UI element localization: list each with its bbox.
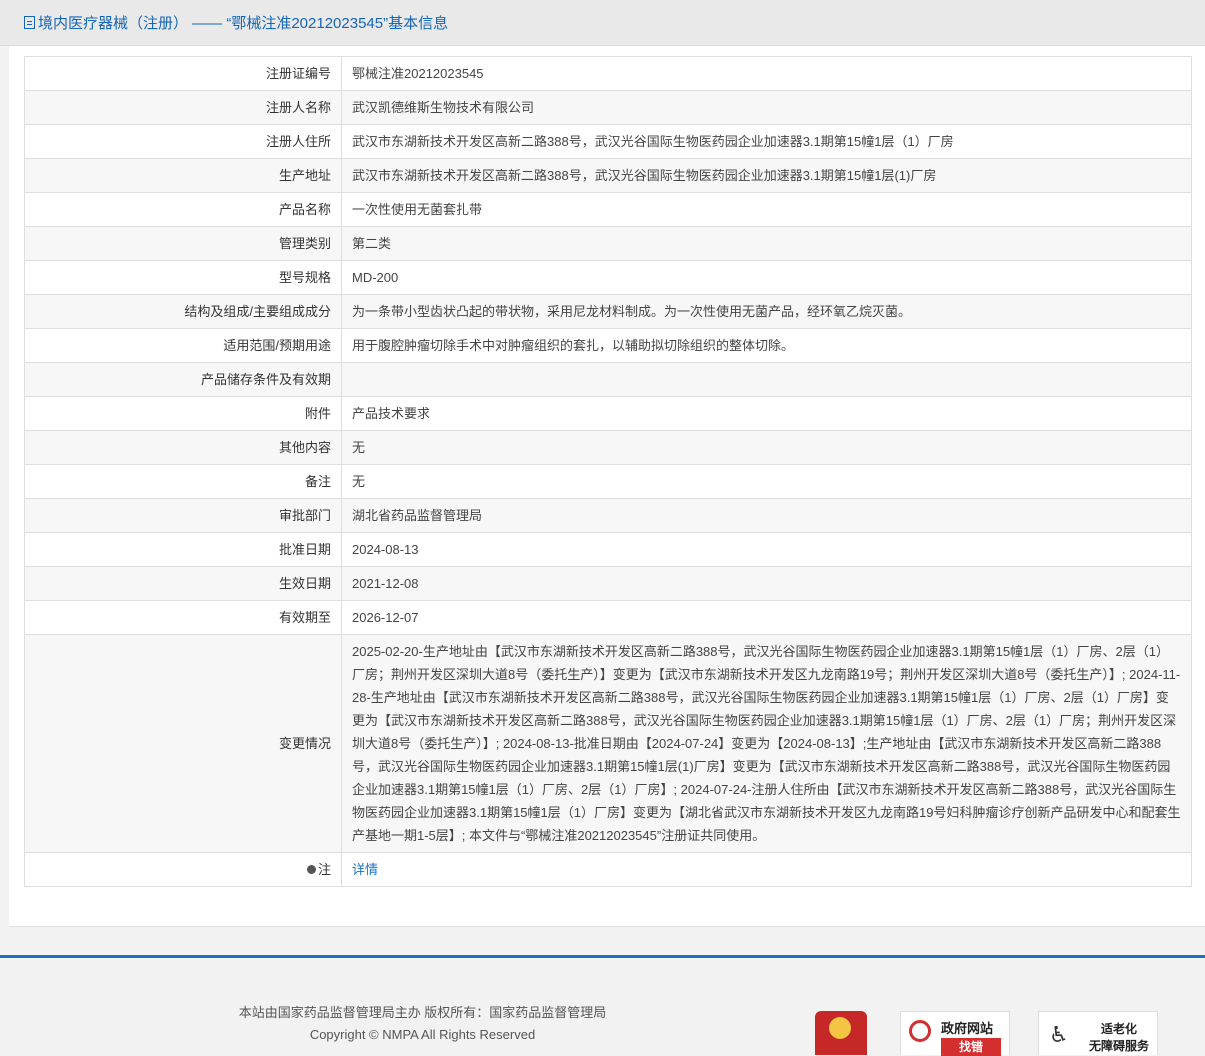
table-row: 注册人住所 武汉市东湖新技术开发区高新二路388号，武汉光谷国际生物医药园企业加速… xyxy=(24,124,1192,159)
row-label: 变更情况 xyxy=(24,634,342,853)
row-label: 附件 xyxy=(24,396,342,431)
row-value: 湖北省药品监督管理局 xyxy=(341,498,1192,533)
row-label: 管理类别 xyxy=(24,226,342,261)
footer: 本站由国家药品监督管理局主办 版权所有：国家药品监督管理局 Copyright … xyxy=(0,955,1205,1056)
gov-badge-title: 政府网站 xyxy=(941,1021,994,1036)
party-badge[interactable] xyxy=(815,1011,867,1055)
row-value: 武汉凯德维斯生物技术有限公司 xyxy=(341,90,1192,125)
row-label: 其他内容 xyxy=(24,430,342,465)
row-label: 结构及组成/主要组成成分 xyxy=(24,294,342,329)
info-table: 注册证编号 鄂械注准20212023545 注册人名称 武汉凯德维斯生物技术有限公司… xyxy=(24,56,1192,887)
table-row: 结构及组成/主要组成成分 为一条带小型齿状凸起的带状物，采用尼龙材料制成。为一次性… xyxy=(24,294,1192,329)
acc-badge-subtitle: 无障碍服务 xyxy=(1088,1039,1149,1053)
details-link[interactable]: 详情 xyxy=(352,862,378,877)
row-value: 2024-08-13 xyxy=(341,532,1192,567)
acc-badge-title: 适老化 xyxy=(1100,1022,1137,1036)
row-value: 武汉市东湖新技术开发区高新二路388号，武汉光谷国际生物医药园企业加速器3.1期… xyxy=(341,158,1192,193)
table-row-changes: 变更情况 2025-02-20-生产地址由【武汉市东湖新技术开发区高新二路388号… xyxy=(24,634,1192,853)
gov-badge-subtitle: 找错 xyxy=(941,1038,1001,1056)
table-row: 附件 产品技术要求 xyxy=(24,396,1192,431)
row-label: 适用范围/预期用途 xyxy=(24,328,342,363)
table-row: 型号规格 MD-200 xyxy=(24,260,1192,295)
table-row: 生产地址 武汉市东湖新技术开发区高新二路388号，武汉光谷国际生物医药园企业加速器… xyxy=(24,158,1192,193)
row-label: 备注 xyxy=(24,464,342,499)
footer-sponsor-text: 本站由国家药品监督管理局主办 版权所有：国家药品监督管理局 xyxy=(238,1005,607,1020)
accessibility-badge[interactable]: ♿ 适老化 无障碍服务 xyxy=(1038,1011,1158,1055)
row-value: 第二类 xyxy=(341,226,1192,261)
gov-error-badge[interactable]: 政府网站 找错 xyxy=(900,1011,1010,1056)
row-value: 2021-12-08 xyxy=(341,566,1192,601)
row-value: 鄂械注准20212023545 xyxy=(341,56,1192,91)
row-value: 无 xyxy=(341,430,1192,465)
row-label: 注册人住所 xyxy=(24,124,342,159)
party-emblem-icon xyxy=(829,1017,851,1039)
table-row: 其他内容无 xyxy=(24,430,1192,465)
bulb-icon xyxy=(306,865,316,874)
note-label-cell: 注 xyxy=(24,852,342,887)
note-value-cell: 详情 xyxy=(341,852,1192,887)
note-label: 注 xyxy=(317,862,331,877)
row-value: 产品技术要求 xyxy=(341,396,1192,431)
table-row: 备注无 xyxy=(24,464,1192,499)
table-row: 有效期至 2026-12-07 xyxy=(24,600,1192,635)
row-label: 注册人名称 xyxy=(24,90,342,125)
changes-value: 2025-02-20-生产地址由【武汉市东湖新技术开发区高新二路388号，武汉光… xyxy=(341,634,1192,853)
row-label: 审批部门 xyxy=(24,498,342,533)
row-label: 型号规格 xyxy=(24,260,342,295)
wheelchair-icon: ♿ xyxy=(1049,1022,1069,1047)
page-title-bar: 境内医疗器械（注册） —— “鄂械注准20212023545”基本信息 xyxy=(0,0,1205,46)
row-value: 无 xyxy=(341,464,1192,499)
table-row: 注册证编号 鄂械注准20212023545 xyxy=(24,56,1192,91)
row-value xyxy=(341,362,1192,397)
magnifier-icon xyxy=(909,1020,931,1042)
row-label: 产品名称 xyxy=(24,192,342,227)
row-label: 生产地址 xyxy=(24,158,342,193)
table-row: 审批部门 湖北省药品监督管理局 xyxy=(24,498,1192,533)
info-panel: 注册证编号 鄂械注准20212023545 注册人名称 武汉凯德维斯生物技术有限公司… xyxy=(9,46,1205,927)
table-row-note: 注 详情 xyxy=(24,852,1192,887)
row-label: 注册证编号 xyxy=(24,56,342,91)
table-row: 生效日期 2021-12-08 xyxy=(24,566,1192,601)
document-icon xyxy=(24,16,35,29)
page-title: 境内医疗器械（注册） —— “鄂械注准20212023545”基本信息 xyxy=(38,15,449,32)
table-row: 注册人名称 武汉凯德维斯生物技术有限公司 xyxy=(24,90,1192,125)
row-value: MD-200 xyxy=(341,260,1192,295)
row-value: 用于腹腔肿瘤切除手术中对肿瘤组织的套扎，以辅助拟切除组织的整体切除。 xyxy=(341,328,1192,363)
row-value: 为一条带小型齿状凸起的带状物，采用尼龙材料制成。为一次性使用无菌产品，经环氧乙烷… xyxy=(341,294,1192,329)
table-row: 批准日期 2024-08-13 xyxy=(24,532,1192,567)
footer-copyright: Copyright © NMPA All Rights Reserved xyxy=(309,1027,536,1042)
row-label: 生效日期 xyxy=(24,566,342,601)
row-value: 一次性使用无菌套扎带 xyxy=(341,192,1192,227)
table-row: 产品储存条件及有效期 xyxy=(24,362,1192,397)
row-value: 武汉市东湖新技术开发区高新二路388号，武汉光谷国际生物医药园企业加速器3.1期… xyxy=(341,124,1192,159)
table-row: 产品名称 一次性使用无菌套扎带 xyxy=(24,192,1192,227)
row-label: 产品储存条件及有效期 xyxy=(24,362,342,397)
table-row: 适用范围/预期用途 用于腹腔肿瘤切除手术中对肿瘤组织的套扎，以辅助拟切除组织的整体… xyxy=(24,328,1192,363)
row-label: 有效期至 xyxy=(24,600,342,635)
table-row: 管理类别 第二类 xyxy=(24,226,1192,261)
row-value: 2026-12-07 xyxy=(341,600,1192,635)
row-label: 批准日期 xyxy=(24,532,342,567)
